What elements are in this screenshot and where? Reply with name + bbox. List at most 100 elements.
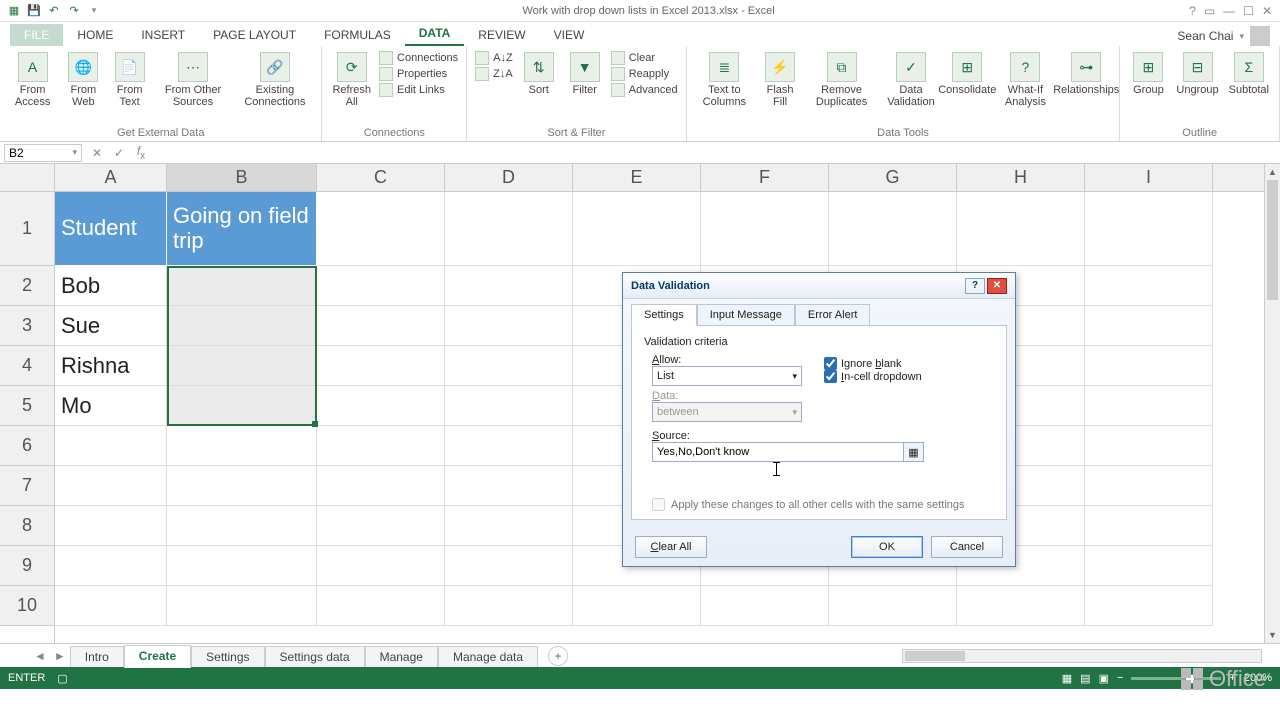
cell[interactable] bbox=[317, 466, 445, 506]
sheet-tab[interactable]: Settings data bbox=[265, 646, 365, 667]
cell[interactable] bbox=[167, 586, 317, 626]
help-icon[interactable]: ? bbox=[1189, 4, 1196, 18]
cell[interactable] bbox=[55, 546, 167, 586]
cell[interactable] bbox=[317, 506, 445, 546]
text-to-columns-button[interactable]: ≣Text to Columns bbox=[695, 50, 754, 110]
source-input[interactable] bbox=[653, 446, 903, 458]
from-text-button[interactable]: 📄From Text bbox=[110, 50, 150, 110]
cell[interactable] bbox=[317, 386, 445, 426]
minimize-icon[interactable]: — bbox=[1223, 4, 1235, 18]
cell[interactable] bbox=[445, 192, 573, 266]
cell[interactable] bbox=[1085, 506, 1213, 546]
dialog-tab-settings[interactable]: Settings bbox=[631, 304, 697, 326]
cell[interactable]: Student bbox=[55, 192, 167, 266]
save-icon[interactable]: 💾 bbox=[26, 3, 42, 19]
cell[interactable] bbox=[55, 586, 167, 626]
ignore-blank-checkbox[interactable]: Ignore blank bbox=[824, 357, 922, 370]
horizontal-scrollbar[interactable] bbox=[902, 649, 1262, 663]
row-header[interactable]: 6 bbox=[0, 426, 54, 466]
reapply-button[interactable]: Reapply bbox=[611, 66, 678, 82]
view-page-layout-icon[interactable]: ▤ bbox=[1080, 672, 1090, 685]
cell[interactable] bbox=[317, 266, 445, 306]
cell[interactable] bbox=[1085, 546, 1213, 586]
from-other-sources-button[interactable]: ⋯From Other Sources bbox=[156, 50, 231, 110]
tab-nav-prev-icon[interactable]: ◄ bbox=[30, 649, 50, 663]
cancel-button[interactable]: Cancel bbox=[931, 536, 1003, 558]
fx-icon[interactable]: fx bbox=[130, 144, 152, 161]
cell[interactable] bbox=[1085, 386, 1213, 426]
col-header[interactable]: B bbox=[167, 164, 317, 191]
cell[interactable] bbox=[573, 586, 701, 626]
ribbon-options-icon[interactable]: ▭ bbox=[1204, 4, 1215, 18]
undo-icon[interactable]: ↶ bbox=[46, 3, 62, 19]
col-header[interactable]: E bbox=[573, 164, 701, 191]
cell[interactable] bbox=[445, 266, 573, 306]
cell[interactable] bbox=[445, 506, 573, 546]
cell[interactable] bbox=[55, 426, 167, 466]
cell[interactable] bbox=[1085, 346, 1213, 386]
dialog-title-bar[interactable]: Data Validation ? ✕ bbox=[623, 273, 1015, 299]
sheet-tab[interactable]: Manage data bbox=[438, 646, 538, 667]
allow-select[interactable]: List▾ bbox=[652, 366, 802, 386]
refresh-all-button[interactable]: ⟳Refresh All bbox=[330, 50, 373, 110]
clear-all-button[interactable]: Clear All bbox=[635, 536, 707, 558]
remove-duplicates-button[interactable]: ⧉Remove Duplicates bbox=[806, 50, 877, 110]
cell[interactable] bbox=[167, 466, 317, 506]
tab-page-layout[interactable]: PAGE LAYOUT bbox=[199, 24, 310, 46]
user-box[interactable]: Sean Chai ▾ bbox=[1177, 26, 1280, 46]
cell[interactable] bbox=[1085, 426, 1213, 466]
subtotal-button[interactable]: ΣSubtotal bbox=[1227, 50, 1271, 98]
row-header[interactable]: 2 bbox=[0, 266, 54, 306]
qat-dropdown-icon[interactable]: ▾ bbox=[86, 3, 102, 19]
row-header[interactable]: 7 bbox=[0, 466, 54, 506]
cell[interactable] bbox=[317, 546, 445, 586]
existing-connections-button[interactable]: 🔗Existing Connections bbox=[236, 50, 313, 110]
cell[interactable] bbox=[1085, 192, 1213, 266]
redo-icon[interactable]: ↷ bbox=[66, 3, 82, 19]
col-header[interactable]: C bbox=[317, 164, 445, 191]
consolidate-button[interactable]: ⊞Consolidate bbox=[945, 50, 990, 98]
cell[interactable] bbox=[445, 426, 573, 466]
scroll-thumb[interactable] bbox=[905, 651, 965, 661]
add-sheet-button[interactable]: + bbox=[548, 646, 568, 666]
row-header[interactable]: 3 bbox=[0, 306, 54, 346]
cell[interactable] bbox=[445, 586, 573, 626]
sheet-tab[interactable]: Intro bbox=[70, 646, 124, 667]
scroll-up-icon[interactable]: ▲ bbox=[1265, 164, 1280, 180]
col-header[interactable]: G bbox=[829, 164, 957, 191]
incell-dropdown-checkbox[interactable]: In-cell dropdown bbox=[824, 370, 922, 383]
cell[interactable] bbox=[55, 466, 167, 506]
properties-button[interactable]: Properties bbox=[379, 66, 458, 82]
cell[interactable] bbox=[957, 192, 1085, 266]
cell[interactable] bbox=[701, 586, 829, 626]
cell[interactable] bbox=[317, 426, 445, 466]
cell[interactable] bbox=[573, 192, 701, 266]
cell[interactable] bbox=[445, 386, 573, 426]
close-icon[interactable]: ✕ bbox=[1262, 4, 1272, 18]
scroll-down-icon[interactable]: ▼ bbox=[1265, 627, 1280, 643]
filter-button[interactable]: ▼Filter bbox=[565, 50, 605, 98]
from-web-button[interactable]: 🌐From Web bbox=[63, 50, 103, 110]
advanced-button[interactable]: Advanced bbox=[611, 82, 678, 98]
enter-formula-icon[interactable]: ✓ bbox=[108, 146, 130, 160]
col-header[interactable]: A bbox=[55, 164, 167, 191]
ungroup-button[interactable]: ⊟Ungroup bbox=[1174, 50, 1220, 98]
cell[interactable] bbox=[445, 346, 573, 386]
group-button[interactable]: ⊞Group bbox=[1128, 50, 1168, 98]
row-header[interactable]: 5 bbox=[0, 386, 54, 426]
col-header[interactable]: D bbox=[445, 164, 573, 191]
cell[interactable] bbox=[1085, 266, 1213, 306]
row-header[interactable]: 4 bbox=[0, 346, 54, 386]
vertical-scrollbar[interactable]: ▲ ▼ bbox=[1264, 164, 1280, 643]
cell[interactable]: Bob bbox=[55, 266, 167, 306]
cell[interactable] bbox=[167, 386, 317, 426]
maximize-icon[interactable]: ☐ bbox=[1243, 4, 1254, 18]
tab-nav-next-icon[interactable]: ► bbox=[50, 649, 70, 663]
clear-button[interactable]: Clear bbox=[611, 50, 678, 66]
name-box[interactable]: B2▾ bbox=[4, 144, 82, 162]
cell[interactable] bbox=[445, 546, 573, 586]
dialog-tab-error-alert[interactable]: Error Alert bbox=[795, 304, 871, 326]
dialog-close-icon[interactable]: ✕ bbox=[987, 278, 1007, 294]
row-header[interactable]: 8 bbox=[0, 506, 54, 546]
sort-button[interactable]: ⇅Sort bbox=[519, 50, 559, 98]
